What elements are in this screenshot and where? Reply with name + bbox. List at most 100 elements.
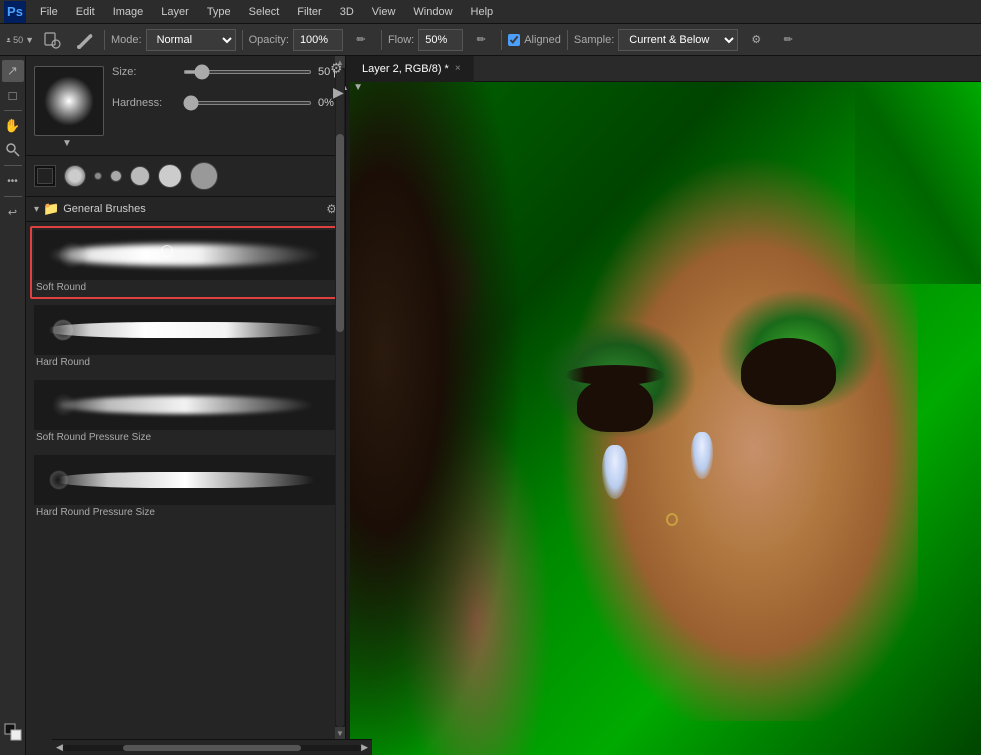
tab-close-button[interactable]: × <box>455 63 461 74</box>
hscroll-thumb[interactable] <box>123 745 302 751</box>
move-tool[interactable]: ↗ <box>2 60 24 82</box>
menu-window[interactable]: Window <box>405 4 460 20</box>
flow-label: Flow: <box>388 34 414 46</box>
clone-stamp-icon[interactable] <box>38 26 66 54</box>
tool-separator2 <box>4 165 22 166</box>
options-bar: 50 ▼ Mode: Normal Multiply Screen Opacit… <box>0 24 981 56</box>
brush-item-soft-round[interactable]: Soft Round <box>30 226 341 299</box>
menu-type[interactable]: Type <box>199 4 239 20</box>
opacity-value[interactable]: 100% <box>293 29 343 51</box>
hscroll-right-btn[interactable]: ▶ <box>361 742 368 753</box>
brush-panel: Size: 50 px ▲ ▼ Hardness: 0% ▼ <box>26 56 346 755</box>
canvas-image <box>350 82 981 755</box>
menu-view[interactable]: View <box>364 4 404 20</box>
brush-list: Soft Round Hard Round Soft Round Pressur… <box>26 222 345 691</box>
active-tab[interactable]: Layer 2, RGB/8) * × <box>350 56 474 82</box>
brush-name-hard-round-pressure: Hard Round Pressure Size <box>34 505 337 520</box>
preview-down-arrow: ▼ <box>62 138 72 149</box>
scroll-track[interactable] <box>336 68 344 727</box>
swatch-square-1[interactable] <box>34 165 56 187</box>
brush-preview-box <box>34 66 104 136</box>
canvas-area[interactable] <box>350 82 981 755</box>
hand-tool[interactable]: ✋ <box>2 115 24 137</box>
brush-toggle-icon[interactable] <box>70 26 98 54</box>
sample-dropdown[interactable]: Current & Below Current Layer All Layers <box>618 29 738 51</box>
size-label: Size: <box>112 66 177 78</box>
slider-area: Size: 50 px ▲ ▼ Hardness: 0% <box>112 66 363 113</box>
brush-name-hard-round: Hard Round <box>34 355 337 370</box>
brush-name-soft-round-pressure: Soft Round Pressure Size <box>34 430 337 445</box>
size-slider[interactable] <box>183 70 312 74</box>
mode-dropdown[interactable]: Normal Multiply Screen <box>146 29 236 51</box>
menu-edit[interactable]: Edit <box>68 4 103 20</box>
brush-list-header: ▾ 📁 General Brushes ⚙ <box>26 197 345 222</box>
separator2 <box>242 30 243 50</box>
user-icon <box>6 31 11 49</box>
tab-label: Layer 2, RGB/8) * <box>362 63 449 75</box>
flow-pen-icon[interactable]: ✏ <box>467 26 495 54</box>
soft-round-stroke <box>49 244 322 266</box>
menu-layer[interactable]: Layer <box>153 4 197 20</box>
sample-label: Sample: <box>574 34 614 46</box>
menu-help[interactable]: Help <box>463 4 502 20</box>
scroll-down-btn[interactable]: ▼ <box>335 727 345 739</box>
collapse-arrow[interactable]: ▾ <box>34 204 39 215</box>
dropdown-arrow: ▼ <box>25 35 34 45</box>
brush-preview-hard-round-pressure <box>34 455 337 505</box>
separator4 <box>501 30 502 50</box>
swatch-dot-small[interactable] <box>94 172 102 180</box>
panel-settings-icon[interactable]: ⚙ <box>330 60 343 77</box>
rectangle-tool[interactable]: □ <box>2 84 24 106</box>
nose-ring <box>666 513 679 526</box>
mode-label: Mode: <box>111 34 142 46</box>
hardness-label: Hardness: <box>112 97 177 109</box>
size-dn-arrow[interactable]: ▼ <box>353 82 363 93</box>
menu-select[interactable]: Select <box>241 4 288 20</box>
aligned-checkbox-row: Aligned <box>508 34 561 46</box>
brush-circle-preview <box>44 76 94 126</box>
brush-item-hard-round-pressure[interactable]: Hard Round Pressure Size <box>30 451 341 524</box>
panel-expand-icon[interactable]: ▶ <box>333 84 344 101</box>
flow-value[interactable]: 50% <box>418 29 463 51</box>
brush-item-soft-round-pressure[interactable]: Soft Round Pressure Size <box>30 376 341 449</box>
hscroll-track[interactable] <box>63 745 361 751</box>
separator5 <box>567 30 568 50</box>
hard-round-stroke <box>49 322 322 338</box>
edit-icon-right[interactable]: ✏ <box>774 26 802 54</box>
tool-preset-icon[interactable]: 50 ▼ <box>6 26 34 54</box>
eye-left-dark <box>577 378 653 432</box>
brush-item-hard-round[interactable]: Hard Round <box>30 301 341 374</box>
menu-image[interactable]: Image <box>105 4 152 20</box>
aligned-checkbox[interactable] <box>508 34 520 46</box>
scroll-thumb[interactable] <box>336 134 344 332</box>
soft-pressure-stroke <box>57 396 315 414</box>
brush-settings: Size: 50 px ▲ ▼ Hardness: 0% ▼ <box>26 56 345 156</box>
zoom-tool[interactable] <box>2 139 24 161</box>
swatch-dot-lg[interactable] <box>130 166 150 186</box>
swatch-dot-xxlg[interactable] <box>190 162 218 190</box>
tear-right <box>691 432 713 479</box>
foreground-bg-tool[interactable] <box>2 721 24 743</box>
sample-icon[interactable]: ⚙ <box>742 26 770 54</box>
menu-filter[interactable]: Filter <box>289 4 329 20</box>
undo-tool[interactable]: ↩ <box>2 201 24 223</box>
swatch-round-1[interactable] <box>64 165 86 187</box>
green-corner <box>855 82 981 284</box>
brush-name-soft-round: Soft Round <box>34 280 337 295</box>
separator <box>104 30 105 50</box>
menu-3d[interactable]: 3D <box>332 4 362 20</box>
folder-icon: 📁 <box>43 201 59 217</box>
vertical-scrollbar[interactable]: ▲ ▼ <box>335 56 345 739</box>
opacity-pen-icon[interactable]: ✏ <box>347 26 375 54</box>
left-toolbar: ↗ □ ✋ ••• ↩ <box>0 56 26 755</box>
tab-bar: Layer 2, RGB/8) * × <box>350 56 981 82</box>
swatch-dot-med[interactable] <box>110 170 122 182</box>
hscroll-left-btn[interactable]: ◀ <box>56 742 63 753</box>
tool-size-badge: 50 <box>13 35 23 45</box>
menu-file[interactable]: File <box>32 4 66 20</box>
size-slider-row: Size: 50 px <box>112 66 363 78</box>
hardness-slider[interactable] <box>183 101 312 105</box>
more-tools-btn[interactable]: ••• <box>2 170 24 192</box>
menu-bar: Ps File Edit Image Layer Type Select Fil… <box>0 0 981 24</box>
swatch-dot-xlg[interactable] <box>158 164 182 188</box>
